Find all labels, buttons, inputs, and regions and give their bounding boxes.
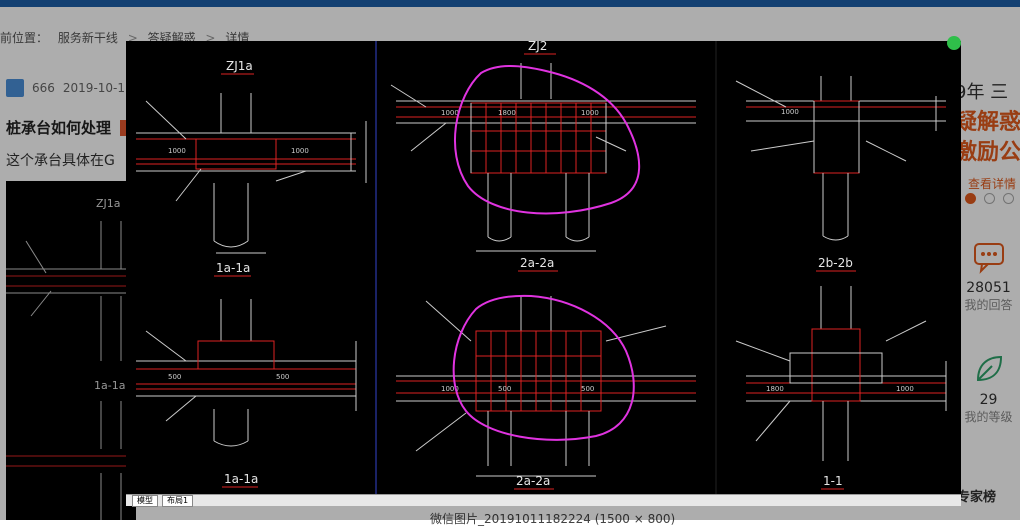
tab-model[interactable]: 模型 (132, 495, 158, 507)
dimension: 500 (276, 373, 289, 381)
cad-layout-tabs: 模型 布局1 (126, 494, 961, 507)
section-label: 1a-1a (224, 472, 258, 486)
dimension: 500 (581, 385, 594, 393)
dimension: 1000 (441, 109, 459, 117)
dimension: 500 (498, 385, 511, 393)
markup-circle (452, 294, 635, 441)
markup-circle (454, 65, 641, 215)
dimension: 1000 (168, 147, 186, 155)
drawing-title: ZJ2 (528, 41, 547, 53)
section-label: 2b-2b (818, 256, 853, 270)
section-label: 1-1 (823, 474, 843, 488)
section-label: 1a-1a (216, 261, 250, 275)
tab-layout[interactable]: 布局1 (162, 495, 194, 507)
dimension: 1000 (896, 385, 914, 393)
section-label: 2a-2a (520, 256, 554, 270)
close-viewer-button[interactable] (947, 36, 961, 50)
dimension: 1000 (581, 109, 599, 117)
image-viewer[interactable]: ZJ1a 1000 1000 1a-1a 500 500 1a-1a ZJ2 1… (126, 41, 961, 506)
cad-drawing: ZJ1a 1000 1000 1a-1a 500 500 1a-1a ZJ2 1… (136, 41, 947, 506)
drawing-title: ZJ1a (226, 59, 253, 73)
dimension: 1800 (766, 385, 784, 393)
dimension: 500 (168, 373, 181, 381)
section-label: 2a-2a (516, 474, 550, 488)
dimension: 1800 (498, 109, 516, 117)
dimension: 1000 (291, 147, 309, 155)
dimension: 1000 (781, 108, 799, 116)
